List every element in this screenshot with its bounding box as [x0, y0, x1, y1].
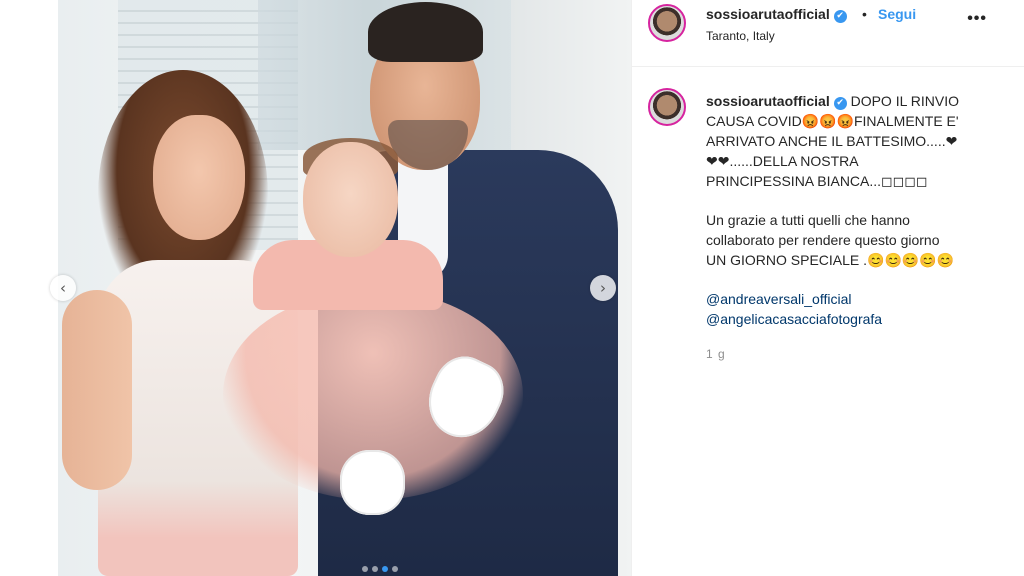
- username-text: sossioarutaofficial: [706, 6, 830, 22]
- post-caption: sossioarutaofficial ✔ DOPO IL RINVIO CAUS…: [706, 91, 996, 329]
- man-hair: [368, 2, 483, 62]
- caption-line: DOPO IL RINVIO: [850, 93, 959, 109]
- mention-link[interactable]: @angelicacasacciafotografa: [706, 309, 996, 329]
- follow-separator: •: [862, 6, 867, 22]
- mention-link[interactable]: @andreaversali_official: [706, 289, 996, 309]
- caption-line: ❤❤......DELLA NOSTRA: [706, 153, 859, 169]
- caption-line: CAUSA COVID😡😡😡FINALMENTE E': [706, 113, 959, 129]
- baby-face: [303, 142, 398, 257]
- carousel-dot: [372, 566, 378, 572]
- carousel-dot: [382, 566, 388, 572]
- baby-shoe: [340, 450, 405, 515]
- more-options-icon[interactable]: •••: [967, 10, 987, 28]
- woman-face: [153, 115, 245, 240]
- post-details-panel: sossioarutaofficial ✔ • Segui Taranto, It…: [631, 0, 1024, 576]
- avatar[interactable]: [648, 88, 686, 126]
- caption-username[interactable]: sossioarutaofficial: [706, 93, 830, 109]
- caption-line: UN GIORNO SPECIALE .😊😊😊😊😊: [706, 252, 955, 268]
- post-photo[interactable]: [58, 0, 631, 576]
- carousel-dots: [362, 566, 398, 572]
- caption-line: PRINCIPESSINA BIANCA...◻◻◻◻: [706, 173, 928, 189]
- woman-arm: [62, 290, 132, 490]
- follow-button[interactable]: Segui: [878, 6, 916, 22]
- carousel-dot: [392, 566, 398, 572]
- post-timestamp[interactable]: 1 g: [706, 347, 726, 361]
- username-link[interactable]: sossioarutaofficial ✔: [706, 6, 847, 23]
- post-header: sossioarutaofficial ✔ • Segui Taranto, It…: [632, 0, 1024, 67]
- chevron-left-icon[interactable]: ‹: [50, 275, 76, 301]
- caption-line: Un grazie a tutti quelli che hanno: [706, 212, 910, 228]
- caption-line: ARRIVATO ANCHE IL BATTESIMO.....❤: [706, 133, 958, 149]
- verified-badge-icon: ✔: [833, 10, 847, 23]
- chevron-right-icon[interactable]: ›: [590, 275, 616, 301]
- location-link[interactable]: Taranto, Italy: [706, 29, 775, 43]
- verified-badge-icon: ✔: [833, 97, 847, 110]
- carousel-dot: [362, 566, 368, 572]
- caption-line: collaborato per rendere questo giorno: [706, 232, 940, 248]
- avatar[interactable]: [648, 4, 686, 42]
